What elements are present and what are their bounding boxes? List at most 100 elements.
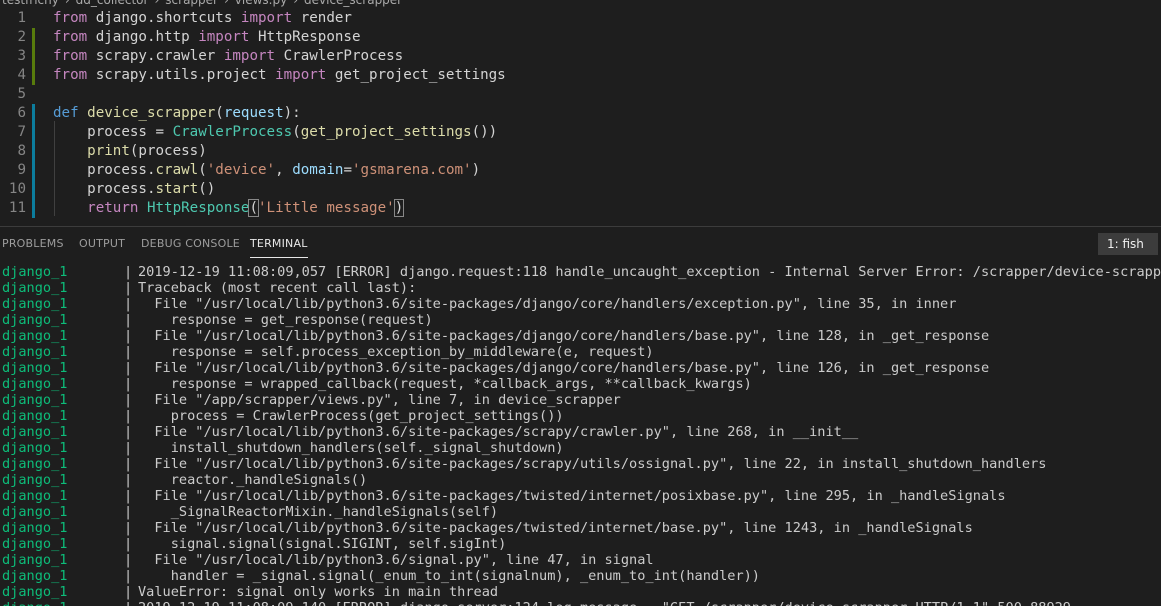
container-prefix: django_1 — [2, 456, 68, 472]
code-line[interactable]: 9 process.crawl('device', domain='gsmare… — [0, 161, 1161, 180]
tab-debug-console[interactable]: DEBUG CONSOLE — [141, 237, 240, 250]
breadcrumb-separator-icon: › — [223, 0, 229, 7]
code-line[interactable]: 2 from django.http import HttpResponse — [0, 28, 1161, 47]
tab-problems[interactable]: PROBLEMS — [2, 237, 64, 250]
log-text: File "/usr/local/lib/python3.6/site-pack… — [138, 360, 990, 376]
git-change-marker[interactable] — [32, 28, 35, 47]
log-text: signal.signal(signal.SIGINT, self.sigInt… — [138, 536, 507, 552]
git-change-marker[interactable] — [32, 123, 35, 142]
log-text: Traceback (most recent call last): — [138, 280, 417, 296]
breadcrumb-item[interactable]: scrapper — [165, 0, 218, 7]
code-line[interactable]: 1 from django.shortcuts import render — [0, 9, 1161, 28]
breadcrumb-item[interactable]: testfrichy — [2, 0, 59, 7]
git-change-marker[interactable] — [32, 199, 35, 218]
log-text: File "/usr/local/lib/python3.6/site-pack… — [138, 296, 957, 312]
container-prefix: django_1 — [2, 408, 68, 424]
git-change-marker[interactable] — [32, 161, 35, 180]
code-text: from django.http import HttpResponse — [53, 29, 361, 45]
log-separator: | — [124, 280, 133, 296]
log-separator: | — [124, 392, 133, 408]
git-change-marker[interactable] — [32, 47, 35, 66]
log-text: ValueError: signal only works in main th… — [138, 584, 499, 600]
log-separator: | — [124, 552, 133, 568]
container-prefix: django_1 — [2, 520, 68, 536]
breadcrumb-separator-icon: › — [154, 0, 160, 7]
code-line[interactable]: 10 process.start() — [0, 180, 1161, 199]
terminal-line: django_1 | process = CrawlerProcess(get_p… — [0, 408, 1161, 424]
log-separator: | — [124, 568, 133, 584]
log-separator: | — [124, 536, 133, 552]
git-change-marker[interactable] — [32, 66, 35, 85]
container-prefix: django_1 — [2, 424, 68, 440]
log-separator: | — [124, 600, 132, 606]
terminal-selector[interactable]: 1: fish — [1098, 233, 1158, 255]
log-separator: | — [124, 264, 133, 280]
log-separator: | — [124, 472, 133, 488]
log-separator: | — [124, 440, 133, 456]
terminal-line: django_1 | signal.signal(signal.SIGINT, s… — [0, 536, 1161, 552]
terminal-line: django_1 | File "/usr/local/lib/python3.6… — [0, 520, 1161, 536]
terminal-line: django_1 | File "/usr/local/lib/python3.6… — [0, 552, 1161, 568]
line-number: 4 — [17, 67, 26, 83]
breadcrumb-item[interactable]: dd_collector — [76, 0, 149, 7]
log-separator: | — [124, 328, 133, 344]
container-prefix: django_1 — [2, 504, 68, 520]
code-line[interactable]: 7 process = CrawlerProcess(get_project_s… — [0, 123, 1161, 142]
terminal-line: django_1 | File "/usr/local/lib/python3.6… — [0, 456, 1161, 472]
log-separator: | — [124, 376, 133, 392]
code-text: process.crawl('device', domain='gsmarena… — [53, 162, 481, 178]
log-separator: | — [124, 456, 133, 472]
log-separator: | — [124, 408, 133, 424]
container-prefix: django_1 — [2, 296, 68, 312]
code-line[interactable]: 3 from scrapy.crawler import CrawlerProce… — [0, 47, 1161, 66]
container-prefix: django_1 — [2, 552, 68, 568]
log-text: File "/usr/local/lib/python3.6/site-pack… — [138, 488, 1006, 504]
log-text: handler = _signal.signal(_enum_to_int(si… — [138, 568, 760, 584]
container-prefix: django_1 — [2, 584, 68, 600]
code-line[interactable]: 6 def device_scrapper(request): — [0, 104, 1161, 123]
git-change-marker[interactable] — [32, 142, 35, 161]
line-number: 5 — [17, 86, 26, 102]
log-text: 2019-12-19 11:08:09,057 [ERROR] django.r… — [138, 264, 1161, 280]
git-change-marker[interactable] — [32, 104, 35, 123]
container-prefix: django_1 — [2, 440, 68, 456]
log-text: response = get_response(request) — [138, 312, 433, 328]
terminal-line: django_1 | File "/app/scrapper/views.py",… — [0, 392, 1161, 408]
panel-divider — [0, 226, 1161, 227]
container-prefix: django_1 — [2, 568, 68, 584]
code-line[interactable]: 8 print(process) — [0, 142, 1161, 161]
code-text: process.start() — [53, 181, 216, 197]
container-prefix: django_1 — [2, 536, 68, 552]
breadcrumb-item[interactable]: views.py — [235, 0, 287, 7]
git-change-marker[interactable] — [32, 180, 35, 199]
log-text: process = CrawlerProcess(get_project_set… — [138, 408, 564, 424]
terminal-line: django_1 | _SignalReactorMixin._handleSig… — [0, 504, 1161, 520]
tab-output[interactable]: OUTPUT — [79, 237, 125, 250]
log-separator: | — [124, 360, 133, 376]
line-number: 9 — [17, 162, 26, 178]
container-prefix: django_1 — [2, 280, 68, 296]
log-separator: | — [124, 344, 133, 360]
terminal-line: django_1 | response = get_response(reques… — [0, 312, 1161, 328]
line-number: 8 — [17, 143, 26, 159]
tab-terminal[interactable]: TERMINAL — [250, 237, 308, 258]
log-text: File "/usr/local/lib/python3.6/signal.py… — [138, 552, 654, 568]
terminal-output[interactable]: django_1 | 2019-12-19 11:08:09,057 [ERROR]… — [0, 264, 1161, 606]
breadcrumb: testfrichy › dd_collector › scrapper › views.p… — [0, 0, 1161, 8]
log-text: install_shutdown_handlers(self._signal_s… — [138, 440, 564, 456]
log-text: File "/usr/local/lib/python3.6/site-pack… — [138, 424, 859, 440]
terminal-line: django_1 | reactor._handleSignals() — [0, 472, 1161, 488]
code-line[interactable]: 11 return HttpResponse('Little message') — [0, 199, 1161, 218]
breadcrumb-separator-icon: › — [293, 0, 299, 7]
code-editor[interactable]: 1 from django.shortcuts import render 2 fro… — [0, 8, 1161, 220]
code-line[interactable]: 4 from scrapy.utils.project import get_pr… — [0, 66, 1161, 85]
log-text: File "/usr/local/lib/python3.6/site-pack… — [138, 520, 973, 536]
log-separator: | — [124, 296, 133, 312]
terminal-line: django_1 | File "/usr/local/lib/python3.6… — [0, 424, 1161, 440]
code-line[interactable]: 5 — [0, 85, 1161, 104]
line-number: 6 — [17, 105, 26, 121]
terminal-line: django_1 | File "/usr/local/lib/python3.6… — [0, 360, 1161, 376]
breadcrumb-item[interactable]: device_scrapper — [304, 0, 402, 7]
terminal-line: django_1 | File "/usr/local/lib/python3.6… — [0, 488, 1161, 504]
terminal-line: django_1 | 2019-12-19 11:08:09,140 [ERROR]… — [0, 600, 1161, 606]
